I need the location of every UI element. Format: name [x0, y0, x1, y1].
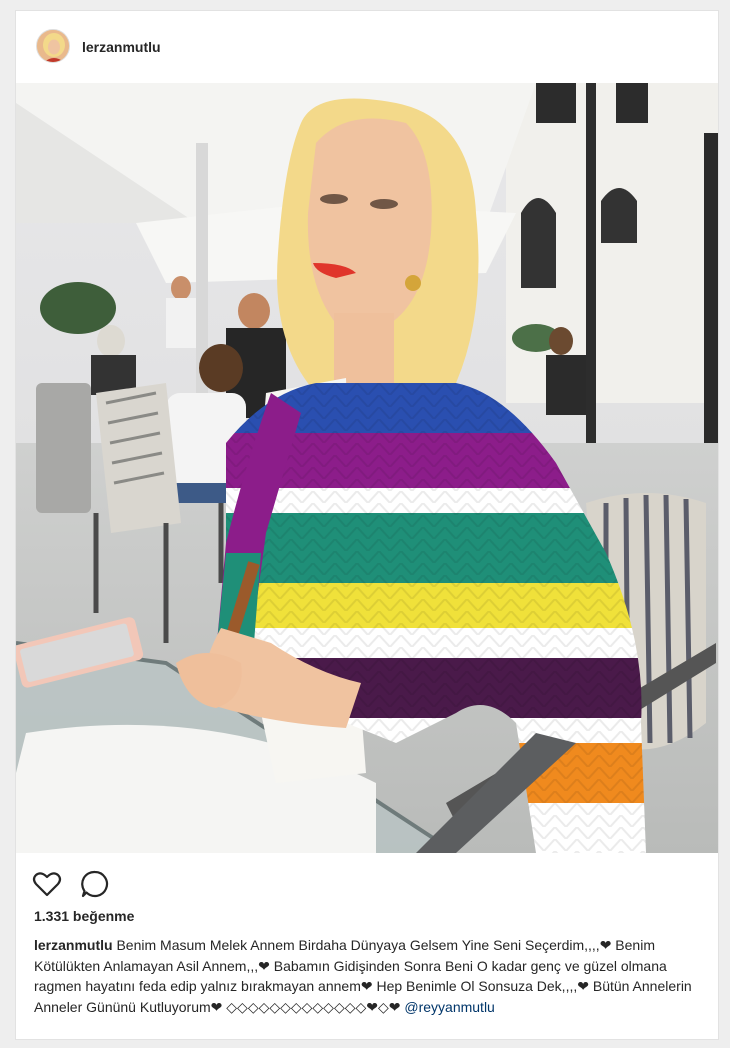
profile-avatar-icon	[37, 30, 69, 62]
caption-text: Benim Masum Melek Annem Birdaha Dünyaya …	[34, 937, 692, 1015]
post-username[interactable]: lerzanmutlu	[82, 39, 161, 55]
instagram-post-card: lerzanmutlu 1.331 beğenme lerzanmutlu Be…	[15, 10, 719, 1040]
avatar[interactable]	[36, 29, 70, 63]
heart-icon[interactable]	[32, 869, 62, 899]
caption-username[interactable]: lerzanmutlu	[34, 937, 113, 953]
comment-icon[interactable]	[80, 869, 110, 899]
post-actions	[32, 869, 232, 899]
post-photo[interactable]	[16, 83, 718, 853]
post-header: lerzanmutlu	[16, 11, 718, 81]
caption-mention[interactable]: @reyyanmutlu	[404, 999, 494, 1015]
post-caption: lerzanmutlu Benim Masum Melek Annem Bird…	[34, 935, 704, 1017]
post-image	[16, 83, 718, 853]
likes-count[interactable]: 1.331 beğenme	[34, 908, 134, 924]
